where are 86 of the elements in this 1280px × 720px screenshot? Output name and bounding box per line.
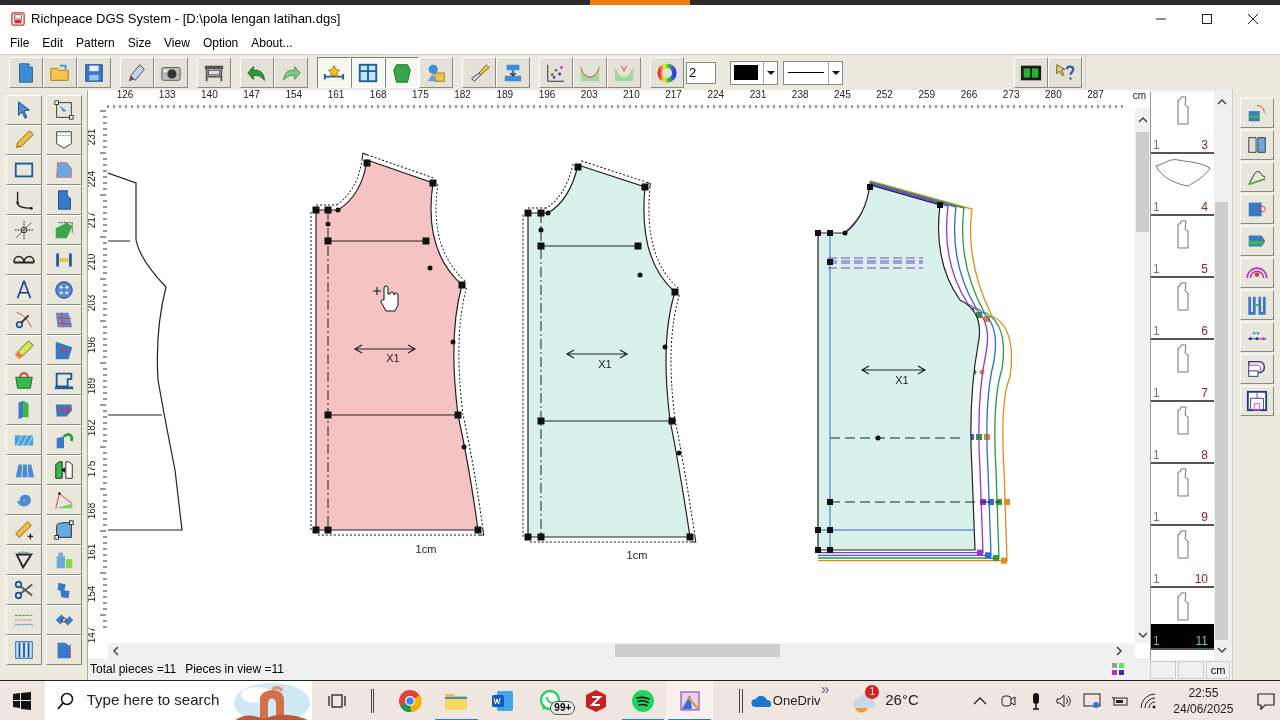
ruler-number: 203 (580, 90, 598, 100)
onedrive-label: OneDriv (772, 691, 821, 710)
menu-item[interactable]: View (158, 34, 196, 52)
ruler-number: 147 (243, 90, 260, 100)
piece-quantity: 1 (1153, 572, 1160, 586)
ruler-number: 224 (707, 90, 725, 100)
piece-number: 6 (1201, 324, 1208, 338)
onedrive-button[interactable]: OneDriv » (750, 680, 830, 720)
piece-number: 5 (1201, 262, 1208, 276)
piece-quantity: 1 (1153, 324, 1160, 338)
notification-badge: 1 (865, 684, 880, 699)
window-title: Richpeace DGS System - [D:\pola lengan latihan.dgs] (31, 9, 341, 28)
ruler-number: 273 (1002, 90, 1020, 100)
ruler-number: 231 (749, 90, 767, 100)
clock-time: 22:55 (1188, 684, 1219, 701)
clock-date: 24/06/2025 (1173, 700, 1234, 717)
grain-label: X1 (598, 358, 612, 370)
scale-label: 1cm (626, 549, 648, 561)
line-width-field[interactable]: 2 (686, 61, 716, 84)
piece-number: 10 (1194, 572, 1208, 586)
ruler-number: 217 (88, 211, 98, 229)
ruler-number: 287 (1087, 90, 1104, 100)
ruler-number: 280 (1045, 90, 1062, 100)
ruler-number: 189 (496, 90, 514, 100)
ruler-number: 175 (412, 90, 429, 100)
ruler-number: 168 (88, 502, 98, 519)
temperature-label: 26°C (885, 690, 919, 711)
ruler-number: 245 (834, 90, 851, 100)
piece-quantity: 1 (1153, 448, 1160, 462)
piece-number: 8 (1201, 448, 1208, 462)
ruler-number: 224 (88, 170, 98, 187)
piece-quantity: 1 (1153, 510, 1160, 524)
search-box[interactable]: Type here to search (44, 680, 312, 720)
ruler-number: 196 (538, 90, 556, 100)
ruler-number: 161 (88, 543, 98, 561)
clock[interactable]: 22:55 24/06/2025 (1170, 684, 1237, 717)
ruler-number: 175 (88, 460, 98, 478)
ruler-number: 231 (88, 128, 98, 146)
piece-number: 11 (1195, 634, 1208, 648)
ruler-number: 210 (88, 253, 98, 270)
piece-number: 9 (1201, 510, 1208, 524)
ruler-number: 168 (369, 90, 387, 100)
ruler-number: 154 (285, 90, 303, 100)
piece-quantity: 1 (1153, 386, 1160, 400)
search-field[interactable]: Type here to search (86, 689, 233, 712)
ruler-number: 203 (88, 294, 98, 312)
status-text: Pieces in view =11 (185, 661, 284, 678)
ruler-number: 259 (918, 90, 936, 100)
ruler-number: 196 (88, 336, 98, 353)
scale-label: 1cm (415, 543, 437, 555)
ruler-number: 217 (665, 90, 682, 100)
ruler-number: 210 (623, 90, 640, 100)
ruler-unit: cm (1132, 91, 1146, 101)
ruler-number: 147 (88, 626, 98, 643)
piece-quantity: 1 (1153, 200, 1160, 214)
ruler-number: 182 (88, 419, 98, 436)
piece-quantity: 1 (1153, 634, 1160, 648)
status-text: Total pieces =11 (90, 661, 177, 678)
menu-item[interactable]: File (4, 34, 36, 52)
notification-badge: 99+ (550, 700, 576, 715)
unit-field: cm (1206, 661, 1230, 679)
piece-number: 3 (1201, 138, 1208, 152)
ruler-number: 161 (327, 90, 345, 100)
piece-number: 4 (1201, 200, 1208, 214)
ruler-number: 140 (201, 90, 218, 100)
ruler-number: 133 (158, 90, 176, 100)
grain-label: X1 (386, 352, 400, 364)
grain-label: X1 (895, 374, 909, 386)
weather-widget[interactable]: 1 26°C (851, 680, 919, 720)
menu-item[interactable]: Pattern (70, 34, 121, 52)
ruler-number: 154 (88, 585, 98, 602)
ruler-number: 126 (116, 90, 134, 100)
taskbar-app[interactable]: 99+ (526, 680, 573, 720)
menu-item[interactable]: About... (245, 34, 299, 52)
piece-quantity: 1 (1153, 138, 1160, 152)
menu-item[interactable]: Size (121, 34, 158, 52)
ruler-number: 182 (454, 90, 471, 100)
ruler-number: 238 (791, 90, 809, 100)
piece-number: 7 (1201, 386, 1208, 400)
ruler-number: 266 (960, 90, 978, 100)
overflow-chevron[interactable]: » (820, 680, 830, 696)
menu-item[interactable]: Option (196, 34, 245, 52)
ruler-number: 189 (88, 377, 98, 395)
menu-item[interactable]: Edit (36, 34, 70, 52)
ruler-number: 252 (876, 90, 893, 100)
piece-quantity: 1 (1153, 262, 1160, 276)
